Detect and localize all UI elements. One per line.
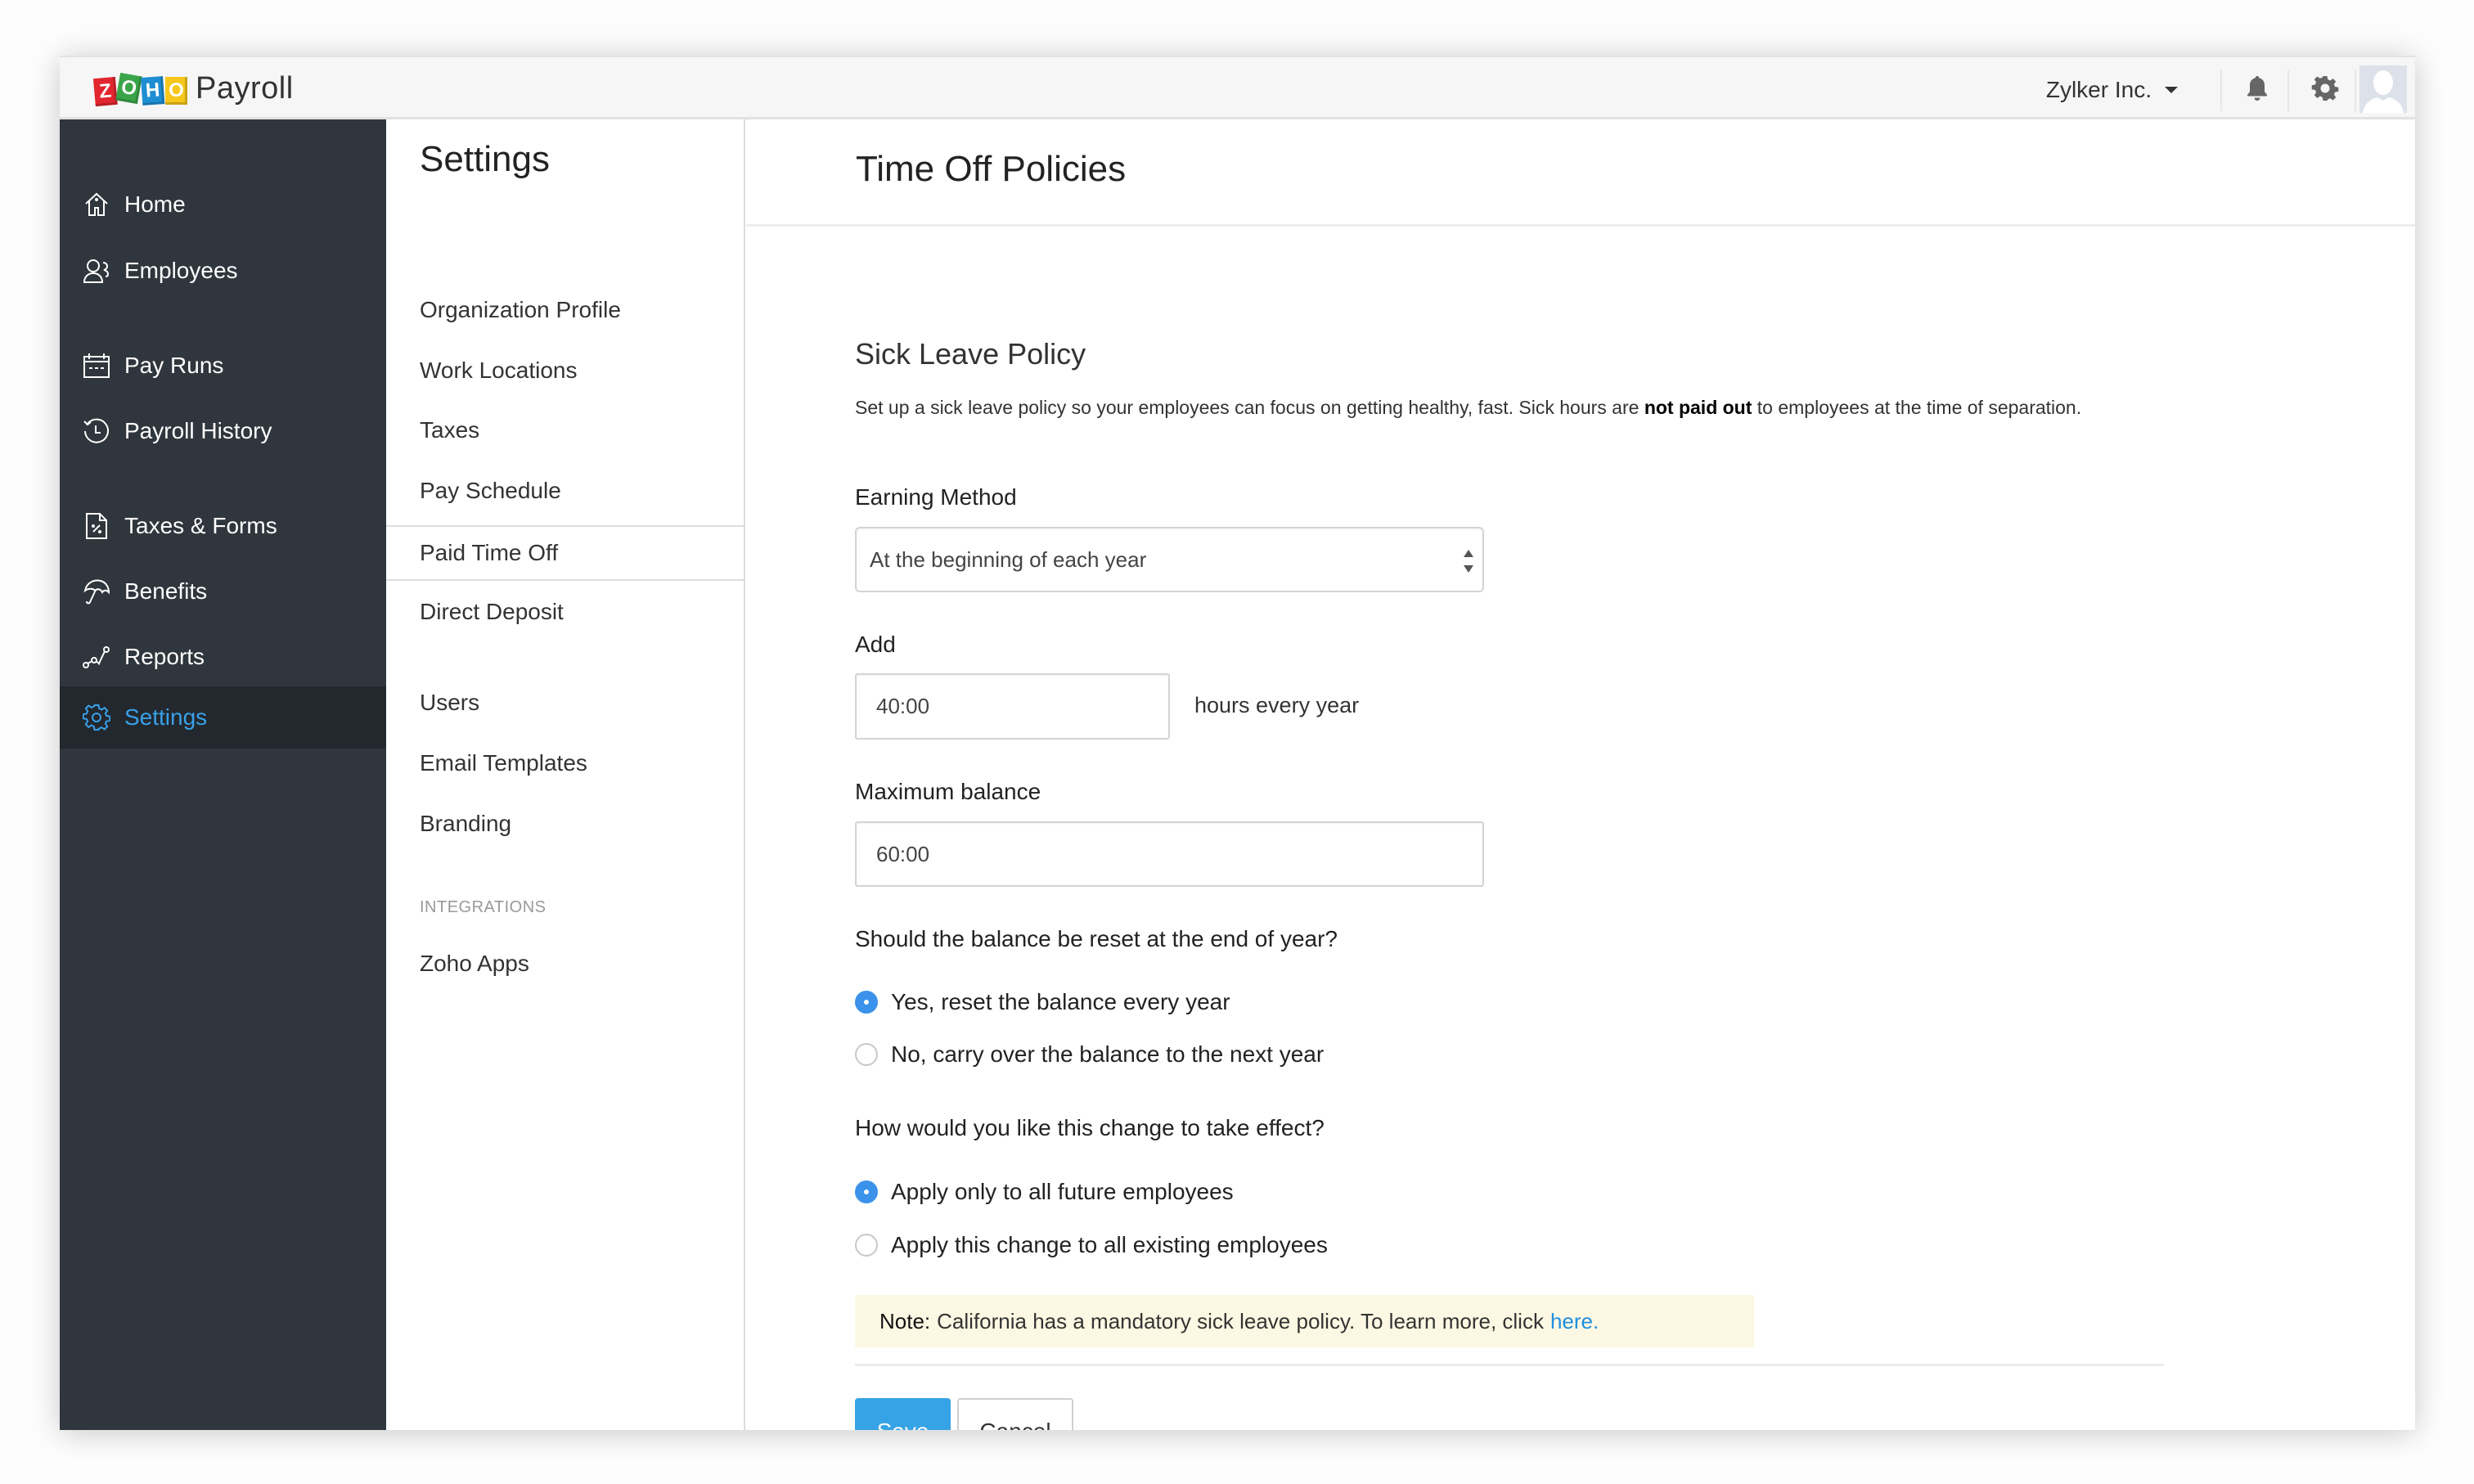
earning-method-value: At the beginning of each year xyxy=(870,546,1147,572)
settings-item-branding[interactable]: Branding xyxy=(386,796,744,852)
sidebar-item-label: Payroll History xyxy=(124,418,272,443)
add-hours-input[interactable]: 40:00 xyxy=(855,673,1170,740)
add-hours-suffix: hours every year xyxy=(1194,693,1360,717)
effect-question-label: How would you like this change to take e… xyxy=(855,1115,1325,1140)
users-icon xyxy=(82,256,111,286)
earning-method-label: Earning Method xyxy=(855,484,1017,510)
organization-name: Zylker Inc. xyxy=(2045,77,2152,102)
sidebar-item-label: Taxes & Forms xyxy=(124,513,277,538)
sidebar-item-home[interactable]: Home xyxy=(60,173,386,236)
reset-question-label: Should the balance be reset at the end o… xyxy=(855,926,1338,951)
california-note: Note: California has a mandatory sick le… xyxy=(855,1295,1754,1347)
app-window: Z O H O Payroll Zylker Inc. Home Employe… xyxy=(60,56,2415,1430)
effect-existing-option[interactable]: Apply this change to all existing employ… xyxy=(855,1232,1328,1258)
save-button[interactable]: Save xyxy=(855,1398,951,1430)
earning-method-select[interactable]: At the beginning of each year xyxy=(855,527,1484,592)
sidebar-item-label: Pay Runs xyxy=(124,353,224,378)
sidebar-item-benefits[interactable]: Benefits xyxy=(60,560,386,623)
settings-item-direct-deposit[interactable]: Direct Deposit xyxy=(386,584,744,640)
settings-item-pay-schedule[interactable]: Pay Schedule xyxy=(386,463,744,519)
settings-item-taxes[interactable]: Taxes xyxy=(386,402,744,458)
add-hours-value: 40:00 xyxy=(876,694,930,718)
settings-item-zoho-apps[interactable]: Zoho Apps xyxy=(386,936,744,992)
integrations-heading: INTEGRATIONS xyxy=(420,898,547,916)
sidebar-item-pay-runs[interactable]: Pay Runs xyxy=(60,335,386,397)
reset-yes-option[interactable]: Yes, reset the balance every year xyxy=(855,989,1230,1015)
maximum-balance-input[interactable]: 60:00 xyxy=(855,821,1484,887)
settings-menu-title: Settings xyxy=(420,139,550,179)
main-sidebar: Home Employees Pay Runs Payroll History … xyxy=(60,119,386,1430)
bell-icon xyxy=(2247,76,2267,101)
sidebar-item-label: Employees xyxy=(124,258,238,283)
header-divider xyxy=(2287,70,2289,111)
logo-tile-o: O xyxy=(115,72,142,105)
sidebar-item-settings[interactable]: Settings xyxy=(60,686,386,749)
maximum-balance-value: 60:00 xyxy=(876,841,930,866)
logo-tile-o2: O xyxy=(165,77,187,105)
settings-item-work-locations[interactable]: Work Locations xyxy=(386,343,744,398)
settings-item-users[interactable]: Users xyxy=(386,675,744,731)
radio-button-checked[interactable] xyxy=(855,991,878,1014)
sidebar-item-label: Reports xyxy=(124,644,205,669)
sidebar-item-label: Benefits xyxy=(124,578,208,604)
radio-label: No, carry over the balance to the next y… xyxy=(891,1041,1325,1067)
reset-no-option[interactable]: No, carry over the balance to the next y… xyxy=(855,1041,1324,1068)
logo-tile-h: H xyxy=(141,76,165,106)
note-prefix: Note: xyxy=(879,1308,931,1333)
gear-icon xyxy=(82,703,111,732)
gear-icon xyxy=(2311,76,2339,101)
page-title: Time Off Policies xyxy=(856,149,1127,189)
user-avatar[interactable] xyxy=(2359,65,2407,113)
add-label: Add xyxy=(855,632,896,657)
organization-switcher[interactable]: Zylker Inc. xyxy=(2046,77,2178,103)
select-updown-icon xyxy=(1464,550,1473,573)
note-text: California has a mandatory sick leave po… xyxy=(937,1308,1544,1333)
radio-button[interactable] xyxy=(855,1234,878,1257)
description-text-end: to employees at the time of separation. xyxy=(1752,397,2082,418)
radio-label: Apply only to all future employees xyxy=(891,1179,1234,1204)
product-name: Payroll xyxy=(196,70,294,106)
header-divider xyxy=(2220,70,2222,111)
sidebar-item-taxes-forms[interactable]: Taxes & Forms xyxy=(60,495,386,557)
description-text: Set up a sick leave policy so your emplo… xyxy=(855,397,1644,418)
logo-tile-z: Z xyxy=(92,76,118,107)
policy-title: Sick Leave Policy xyxy=(855,337,1086,371)
home-icon xyxy=(82,190,111,219)
sidebar-item-employees[interactable]: Employees xyxy=(60,240,386,302)
radio-label: Yes, reset the balance every year xyxy=(891,989,1230,1014)
calendar-icon xyxy=(82,351,111,380)
radio-label: Apply this change to all existing employ… xyxy=(891,1232,1328,1257)
form-divider xyxy=(855,1364,2164,1366)
effect-future-option[interactable]: Apply only to all future employees xyxy=(855,1179,1234,1205)
radio-button-checked[interactable] xyxy=(855,1180,878,1203)
settings-item-paid-time-off[interactable]: Paid Time Off xyxy=(386,525,744,581)
line-chart-icon xyxy=(82,642,111,672)
tax-document-icon xyxy=(82,511,111,541)
sidebar-item-reports[interactable]: Reports xyxy=(60,626,386,688)
top-bar: Z O H O Payroll Zylker Inc. xyxy=(60,56,2415,119)
note-learn-more-link[interactable]: here. xyxy=(1550,1309,1599,1334)
user-silhouette-icon xyxy=(2363,70,2404,113)
sidebar-item-payroll-history[interactable]: Payroll History xyxy=(60,400,386,462)
settings-item-organization-profile[interactable]: Organization Profile xyxy=(386,282,744,338)
settings-menu: Settings Organization Profile Work Locat… xyxy=(386,119,745,1430)
settings-item-email-templates[interactable]: Email Templates xyxy=(386,735,744,791)
umbrella-icon xyxy=(82,577,111,606)
radio-button[interactable] xyxy=(855,1043,878,1066)
description-emphasis: not paid out xyxy=(1644,397,1752,418)
zoho-payroll-logo[interactable]: Z O H O Payroll xyxy=(92,70,294,107)
cancel-button[interactable]: Cancel xyxy=(957,1398,1073,1430)
sidebar-item-label: Home xyxy=(124,191,186,217)
history-icon xyxy=(82,416,111,446)
policy-description: Set up a sick leave policy so your emplo… xyxy=(855,393,2098,422)
main-content: Time Off Policies Sick Leave Policy Set … xyxy=(746,119,2415,1430)
notifications-button[interactable] xyxy=(2241,72,2274,105)
sidebar-item-label: Settings xyxy=(124,704,208,730)
caret-down-icon xyxy=(2165,87,2178,93)
header-divider xyxy=(2355,70,2356,111)
page-header: Time Off Policies xyxy=(746,119,2415,227)
settings-button[interactable] xyxy=(2309,72,2341,105)
maximum-balance-label: Maximum balance xyxy=(855,779,1041,804)
